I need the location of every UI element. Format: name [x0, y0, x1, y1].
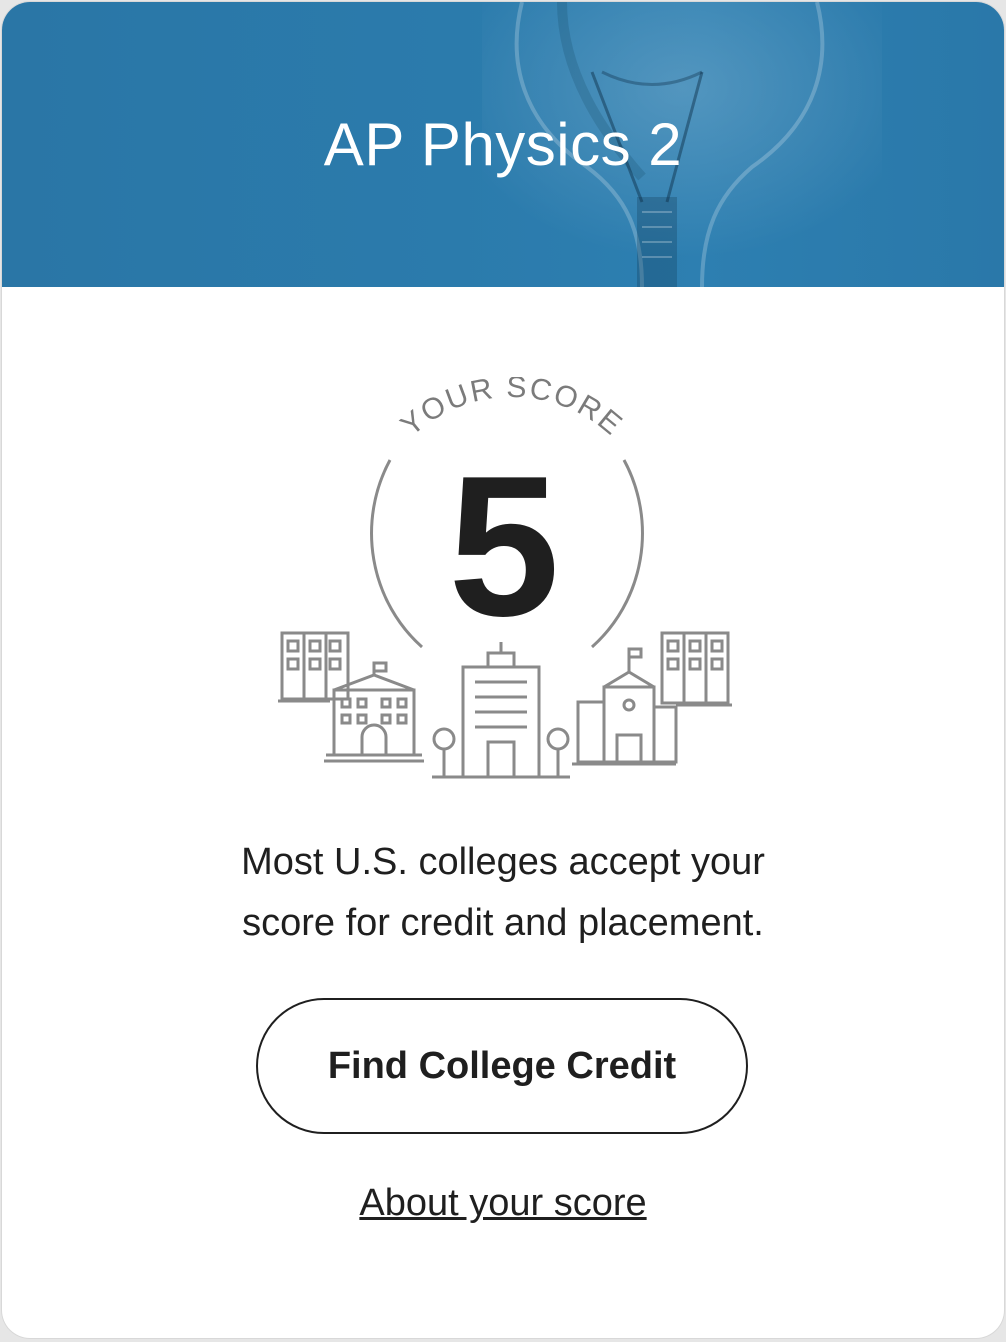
score-message: Most U.S. colleges accept your score for… [152, 832, 854, 954]
score-card: AP Physics 2 YOUR SCORE 5 Most U.S. coll… [2, 2, 1004, 1338]
score-badge: YOUR SCORE 5 [278, 377, 732, 779]
page-title: AP Physics 2 [323, 111, 683, 178]
find-college-credit-button[interactable]: Find College Credit [256, 998, 748, 1134]
score-label: YOUR SCORE [395, 377, 630, 443]
card-header: AP Physics 2 [2, 2, 1004, 287]
score-message-line-1: Most U.S. colleges accept your [241, 841, 765, 883]
score-message-line-2: score for credit and placement. [242, 902, 764, 944]
score-value: 5 [448, 435, 559, 658]
about-your-score-link[interactable]: About your score [2, 1182, 1004, 1225]
